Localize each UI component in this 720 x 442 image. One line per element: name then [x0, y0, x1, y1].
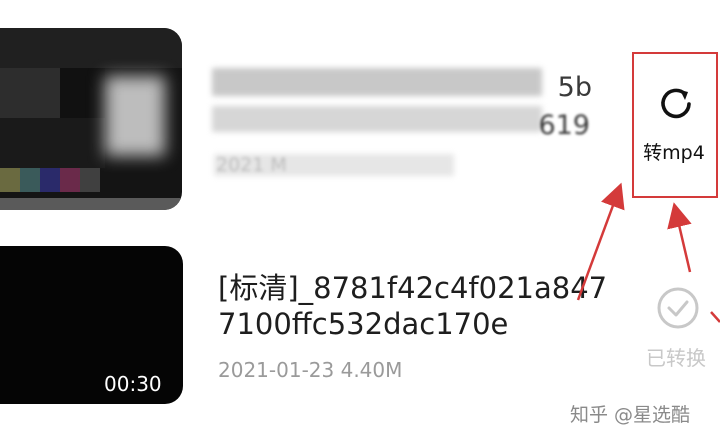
refresh-icon — [661, 88, 691, 119]
video-date-size: 2021-01-23 4.40M — [218, 358, 403, 382]
arrow-3 — [710, 311, 720, 323]
item-title-fragment-2: 619 — [538, 110, 590, 141]
convert-mp4-label: 转mp4 — [643, 142, 705, 164]
check-circle-icon — [657, 287, 699, 329]
item-title-obscured: 5b 619 — [212, 58, 592, 144]
watermark: 知乎 @星选酷 — [570, 404, 691, 426]
item-meta-fragment: 2021 M — [216, 154, 287, 176]
video-duration: 00:30 — [104, 372, 162, 396]
video-title[interactable]: [标清]_8781f42c4f021a8477100ffc532dac170e — [218, 270, 618, 342]
arrow-2 — [667, 202, 692, 273]
video-thumbnail-pixelated[interactable] — [0, 28, 182, 210]
item-title-fragment-1: 5b — [557, 72, 592, 103]
converted-status-label: 已转换 — [646, 346, 706, 370]
convert-mp4-button[interactable] — [632, 52, 718, 198]
